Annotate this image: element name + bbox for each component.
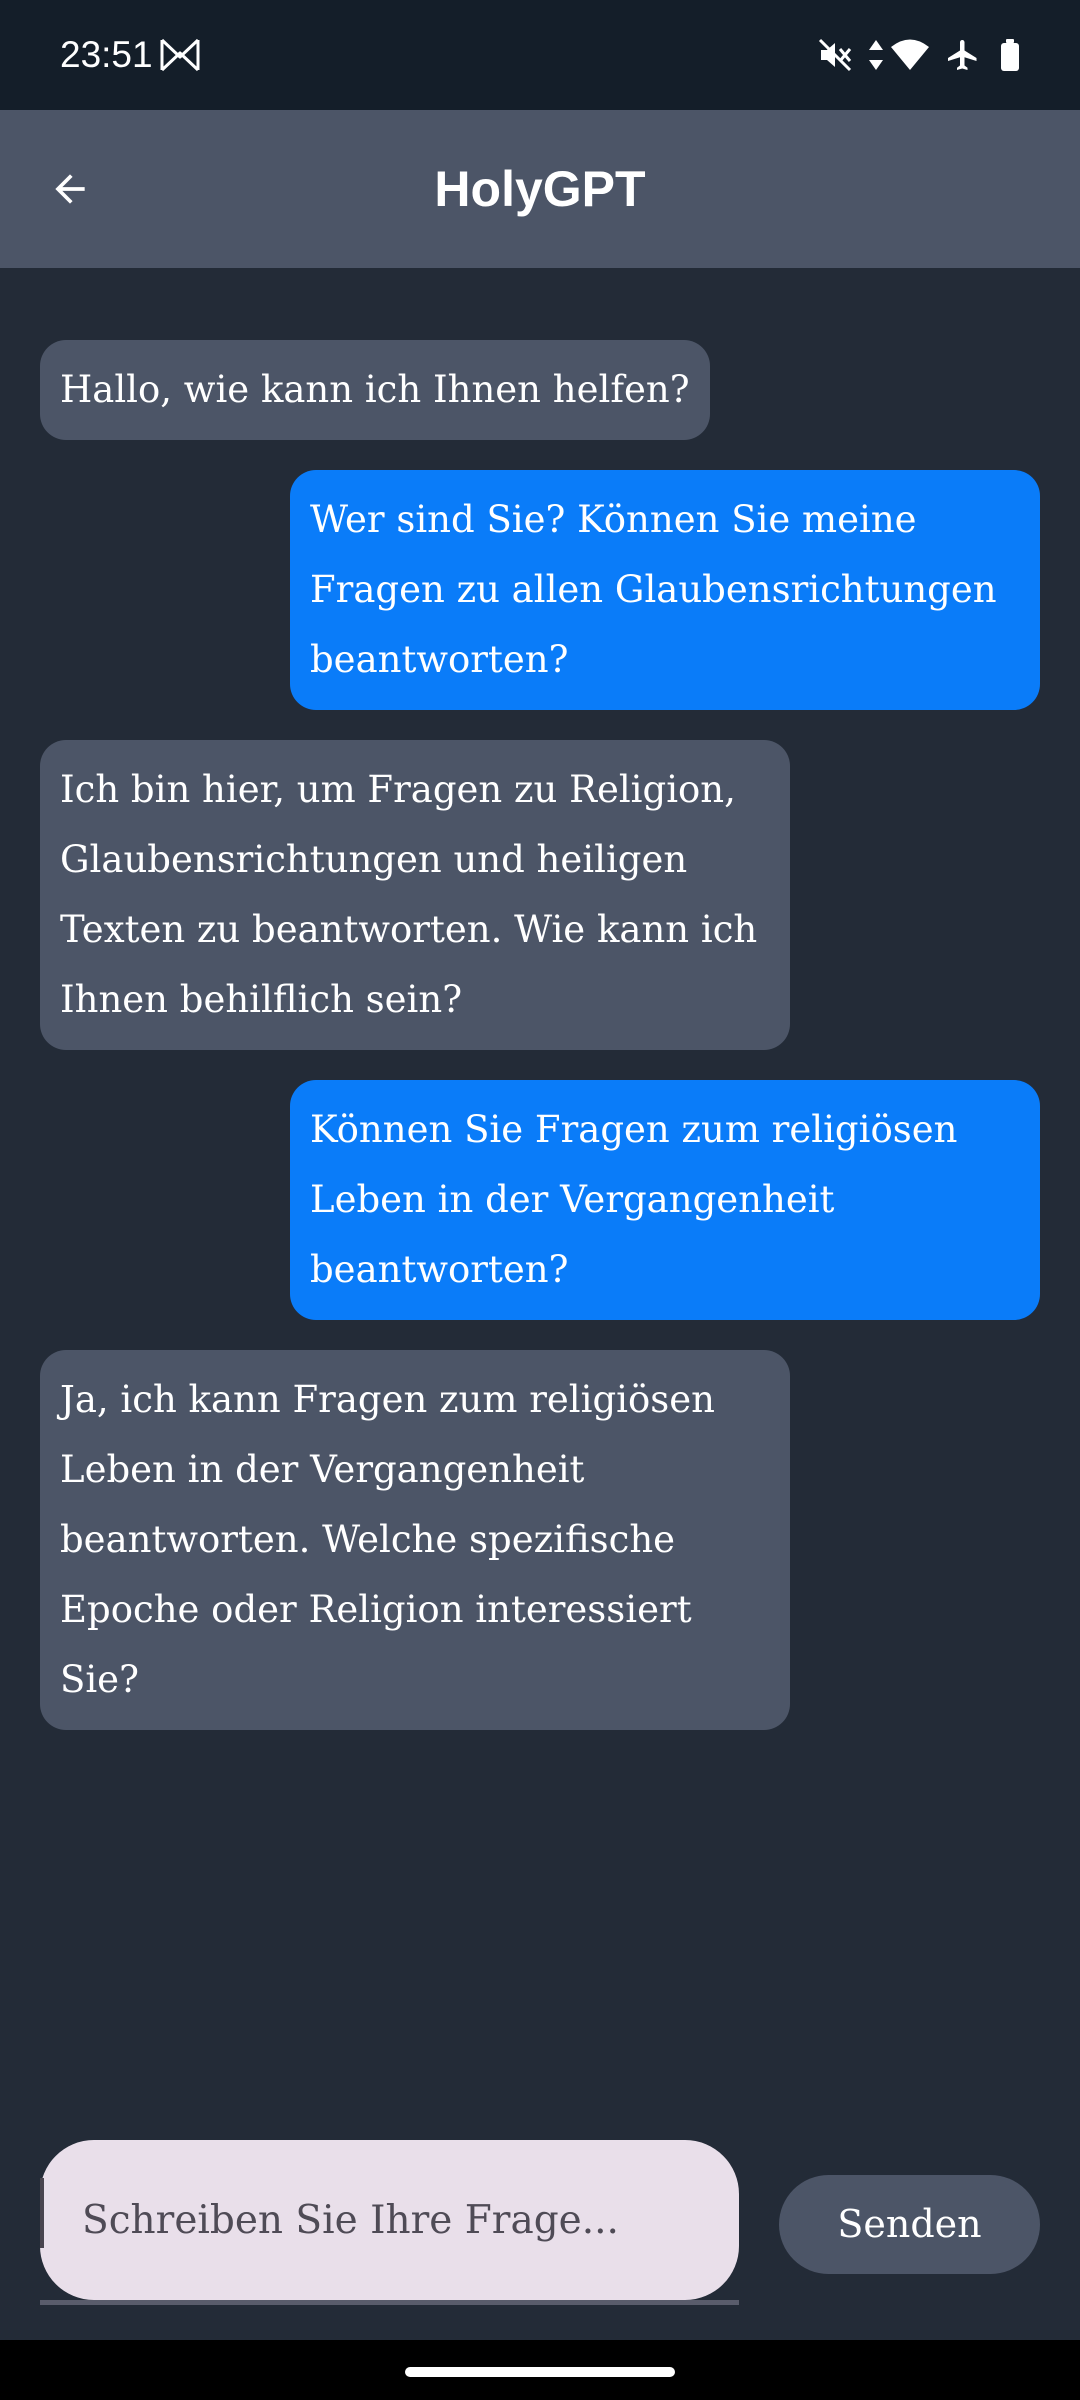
mute-icon — [813, 30, 857, 80]
question-input-field[interactable] — [40, 2140, 739, 2300]
bot-message: Ich bin hier, um Fragen zu Religion, Gla… — [40, 740, 790, 1050]
battery-icon — [988, 30, 1032, 80]
bot-message: Ja, ich kann Fragen zum religiösen Leben… — [40, 1350, 790, 1730]
page-title: HolyGPT — [434, 161, 646, 217]
user-message: Können Sie Fragen zum religiösen Leben i… — [290, 1080, 1040, 1320]
bot-message: Hallo, wie kann ich Ihnen helfen? — [40, 340, 710, 440]
question-input[interactable] — [82, 2190, 702, 2250]
home-gesture-handle[interactable] — [405, 2367, 675, 2377]
status-time: 23:51 — [60, 34, 153, 75]
arrow-back-icon — [55, 174, 85, 204]
text-cursor — [40, 2178, 44, 2248]
navigation-bar — [0, 2340, 1080, 2400]
gmail-m-icon — [158, 30, 202, 80]
user-message: Wer sind Sie? Können Sie meine Fragen zu… — [290, 470, 1040, 710]
data-arrows-icon — [864, 30, 888, 80]
wifi-icon — [888, 30, 932, 80]
app-bar: HolyGPT — [0, 110, 1080, 268]
send-button[interactable]: Senden — [779, 2175, 1040, 2274]
back-button[interactable] — [30, 149, 110, 229]
airplane-icon — [941, 30, 985, 80]
input-underline — [40, 2300, 739, 2305]
status-bar: 23:51 — [0, 0, 1080, 110]
